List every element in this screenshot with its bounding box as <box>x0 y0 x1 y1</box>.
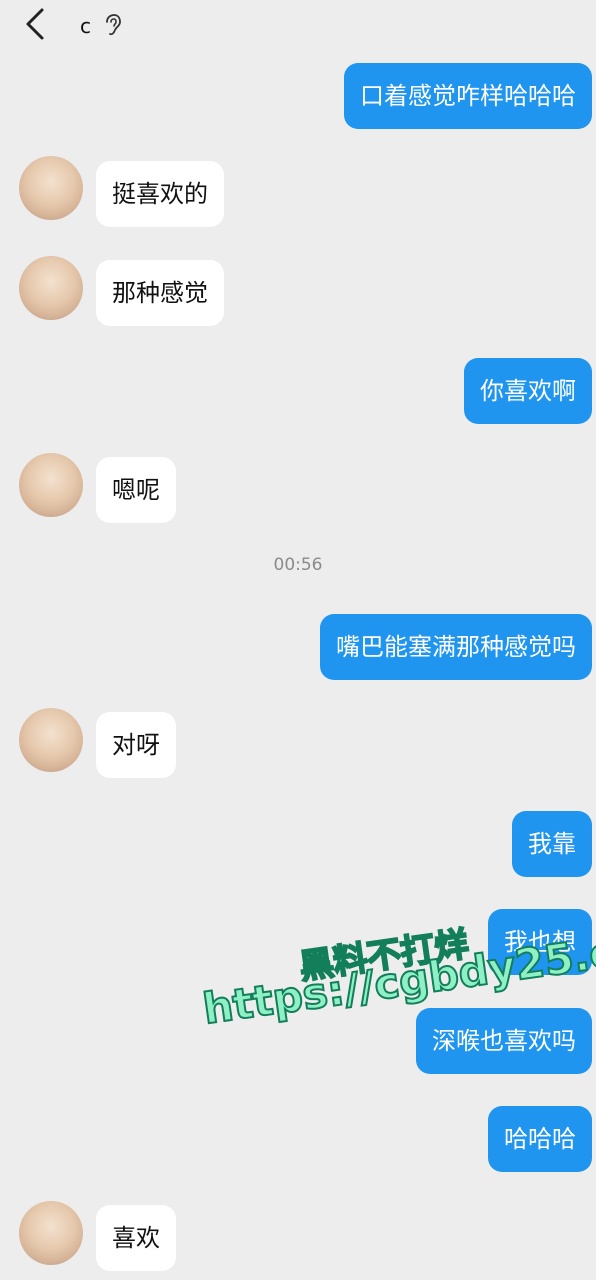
incoming-message-bubble[interactable]: 喜欢 <box>96 1205 176 1271</box>
outgoing-message-bubble[interactable]: 嘴巴能塞满那种感觉吗 <box>320 614 592 680</box>
incoming-message-bubble[interactable]: 嗯呢 <box>96 457 176 523</box>
outgoing-message-bubble[interactable]: 哈哈哈 <box>488 1106 592 1172</box>
incoming-message-bubble[interactable]: 那种感觉 <box>96 260 224 326</box>
avatar[interactable] <box>19 453 83 517</box>
back-arrow-icon[interactable] <box>22 6 52 42</box>
incoming-message-bubble[interactable]: 对呀 <box>96 712 176 778</box>
avatar[interactable] <box>19 256 83 320</box>
message-timestamp: 00:56 <box>273 555 323 575</box>
outgoing-message-bubble[interactable]: 我靠 <box>512 811 592 877</box>
avatar[interactable] <box>19 1201 83 1265</box>
chat-title: c <box>80 14 91 38</box>
avatar[interactable] <box>19 156 83 220</box>
chat-header: c <box>0 0 596 50</box>
outgoing-message-bubble[interactable]: 你喜欢啊 <box>464 358 592 424</box>
incoming-message-bubble[interactable]: 挺喜欢的 <box>96 161 224 227</box>
ear-icon <box>106 14 121 36</box>
outgoing-message-bubble[interactable]: 深喉也喜欢吗 <box>416 1008 592 1074</box>
outgoing-message-bubble[interactable]: 口着感觉咋样哈哈哈 <box>344 63 592 129</box>
avatar[interactable] <box>19 708 83 772</box>
